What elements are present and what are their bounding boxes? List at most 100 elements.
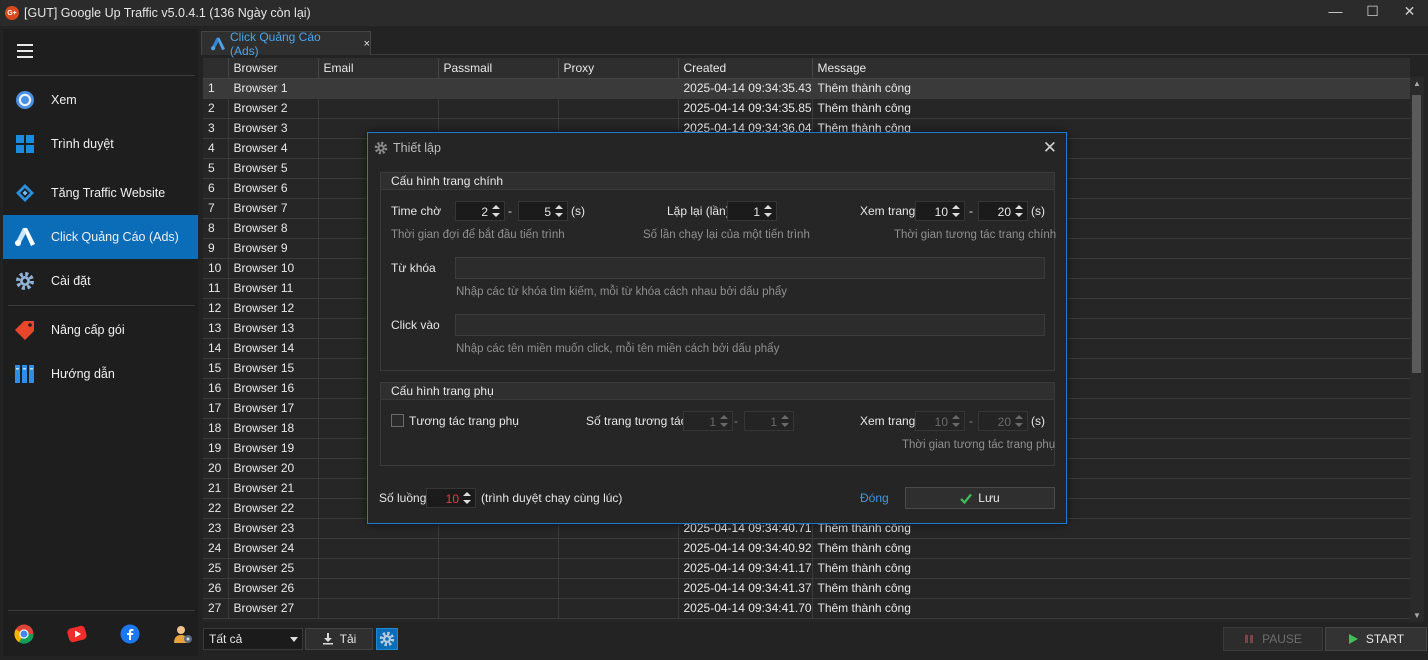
sidebar-item-settings[interactable]: Cài đặt	[3, 259, 198, 303]
table-cell	[558, 98, 679, 119]
windows-icon	[14, 133, 36, 155]
sidebar: Xem Trình duyệt Tăng Traffic Website Cli…	[3, 29, 198, 656]
table-cell	[558, 598, 679, 619]
column-header[interactable]: Passmail	[438, 58, 559, 79]
sidebar-item-ads[interactable]: Click Quảng Cáo (Ads)	[3, 215, 198, 259]
chrome-icon[interactable]	[14, 623, 34, 645]
stepper-arrows-icon[interactable]	[555, 205, 564, 218]
table-row[interactable]: 2 Browser 2 2025-04-14 09:34:35.858 Thêm th…	[203, 98, 1410, 119]
sidebar-item-label: Tăng Traffic Website	[51, 186, 166, 200]
sidebar-item-xem[interactable]: Xem	[3, 78, 198, 122]
table-cell: Browser 27	[228, 598, 319, 619]
settings-button[interactable]	[376, 628, 398, 650]
pause-button[interactable]: PAUSE	[1223, 627, 1323, 651]
start-button[interactable]: START	[1325, 627, 1427, 651]
table-row[interactable]: 24 Browser 24 2025-04-14 09:34:40.928 Thêm …	[203, 538, 1410, 559]
stepper-arrows-icon[interactable]	[1015, 205, 1024, 218]
column-header[interactable]: Proxy	[558, 58, 679, 79]
table-cell: Browser 10	[228, 258, 319, 279]
stepper-arrows-icon[interactable]	[781, 415, 790, 428]
row-index: 17	[203, 398, 229, 419]
scroll-thumb[interactable]	[1412, 95, 1421, 373]
table-row[interactable]: 25 Browser 25 2025-04-14 09:34:41.171 Thêm …	[203, 558, 1410, 579]
stepper-arrows-icon[interactable]	[764, 205, 773, 218]
facebook-icon[interactable]	[120, 623, 140, 645]
sidebar-footer	[3, 619, 198, 649]
vertical-scrollbar[interactable]: ▲ ▼	[1410, 77, 1424, 622]
table-cell: 2025-04-14 09:34:41.702	[678, 598, 813, 619]
gear-icon	[379, 631, 395, 647]
stepper-arrows-icon[interactable]	[1015, 415, 1024, 428]
load-button[interactable]: Tải	[305, 628, 373, 650]
hamburger-menu-icon[interactable]	[17, 44, 33, 62]
view-unit: (s)	[1031, 204, 1045, 218]
column-header[interactable]: Created	[678, 58, 813, 79]
dialog-close-icon[interactable]: ✕	[1043, 138, 1057, 158]
click-domains-input[interactable]	[455, 314, 1045, 336]
table-cell	[318, 78, 439, 99]
stepper-arrows-icon[interactable]	[952, 205, 961, 218]
wait-max-stepper[interactable]: 5	[518, 201, 568, 221]
table-row[interactable]: 1 Browser 1 2025-04-14 09:34:35.439 Thêm th…	[203, 78, 1410, 99]
scroll-down-icon[interactable]: ▼	[1413, 611, 1421, 620]
column-header-index[interactable]	[203, 58, 229, 79]
tab-label: Click Quảng Cáo (Ads)	[229, 29, 321, 58]
close-window-button[interactable]: ✕	[1391, 0, 1428, 22]
table-cell: Thêm thành công	[812, 78, 1410, 99]
row-index: 9	[203, 238, 229, 259]
table-row[interactable]: 27 Browser 27 2025-04-14 09:34:41.702 Thêm …	[203, 598, 1410, 619]
repeat-stepper[interactable]: 1	[727, 201, 777, 221]
table-cell: Browser 15	[228, 358, 319, 379]
maximize-button[interactable]: ☐	[1354, 0, 1391, 22]
youtube-icon[interactable]	[67, 623, 87, 645]
threads-stepper[interactable]: 10	[426, 488, 476, 508]
table-row[interactable]: 26 Browser 26 2025-04-14 09:34:41.371 Thêm …	[203, 578, 1410, 599]
pause-icon	[1245, 635, 1254, 643]
row-index: 12	[203, 298, 229, 319]
user-settings-icon[interactable]	[173, 623, 193, 645]
save-button[interactable]: Lưu	[905, 487, 1055, 509]
dialog-cancel-link[interactable]: Đóng	[860, 491, 889, 505]
sidebar-item-traffic[interactable]: Tăng Traffic Website	[3, 171, 198, 215]
table-cell	[438, 578, 559, 599]
minimize-button[interactable]: —	[1317, 0, 1354, 22]
table-cell	[318, 538, 439, 559]
tab-close-icon[interactable]: ×	[364, 38, 370, 50]
range-dash: -	[508, 204, 512, 218]
stepper-arrows-icon[interactable]	[720, 415, 729, 428]
row-index: 4	[203, 138, 229, 159]
stepper-value: 1	[770, 415, 777, 429]
stepper-arrows-icon[interactable]	[492, 205, 501, 218]
stepper-arrows-icon[interactable]	[952, 415, 961, 428]
scroll-up-icon[interactable]: ▲	[1413, 79, 1421, 88]
filter-dropdown[interactable]: Tất cả	[203, 628, 303, 650]
sidebar-item-upgrade[interactable]: Nâng cấp gói	[3, 308, 198, 352]
tab-click-ads[interactable]: Click Quảng Cáo (Ads) ×	[201, 29, 371, 58]
keyword-input[interactable]	[455, 257, 1045, 279]
sidebar-item-browsers[interactable]: Trình duyệt	[3, 122, 198, 166]
wait-min-stepper[interactable]: 2	[455, 201, 505, 221]
row-index: 22	[203, 498, 229, 519]
sub-view-min-stepper[interactable]: 10	[915, 411, 965, 431]
sidebar-item-guide[interactable]: Hướng dẫn	[3, 352, 198, 396]
column-header[interactable]: Browser	[228, 58, 319, 79]
stepper-arrows-icon[interactable]	[463, 492, 472, 505]
view-max-stepper[interactable]: 20	[978, 201, 1028, 221]
column-header[interactable]: Email	[318, 58, 439, 79]
row-index: 15	[203, 358, 229, 379]
table-cell: 2025-04-14 09:34:40.928	[678, 538, 813, 559]
wait-label: Time chờ	[391, 204, 442, 218]
table-cell: Browser 7	[228, 198, 319, 219]
table-cell: Browser 24	[228, 538, 319, 559]
table-cell: Browser 4	[228, 138, 319, 159]
pages-max-stepper[interactable]: 1	[744, 411, 794, 431]
sub-view-max-stepper[interactable]: 20	[978, 411, 1028, 431]
pages-min-stepper[interactable]: 1	[683, 411, 733, 431]
view-hint: Thời gian tương tác trang chính	[894, 229, 1057, 241]
table-cell: Browser 12	[228, 298, 319, 319]
column-header[interactable]: Message	[812, 58, 1410, 79]
interact-subpage-checkbox[interactable]	[391, 414, 404, 427]
row-index: 2	[203, 98, 229, 119]
table-cell: 2025-04-14 09:34:41.171	[678, 558, 813, 579]
view-min-stepper[interactable]: 10	[915, 201, 965, 221]
